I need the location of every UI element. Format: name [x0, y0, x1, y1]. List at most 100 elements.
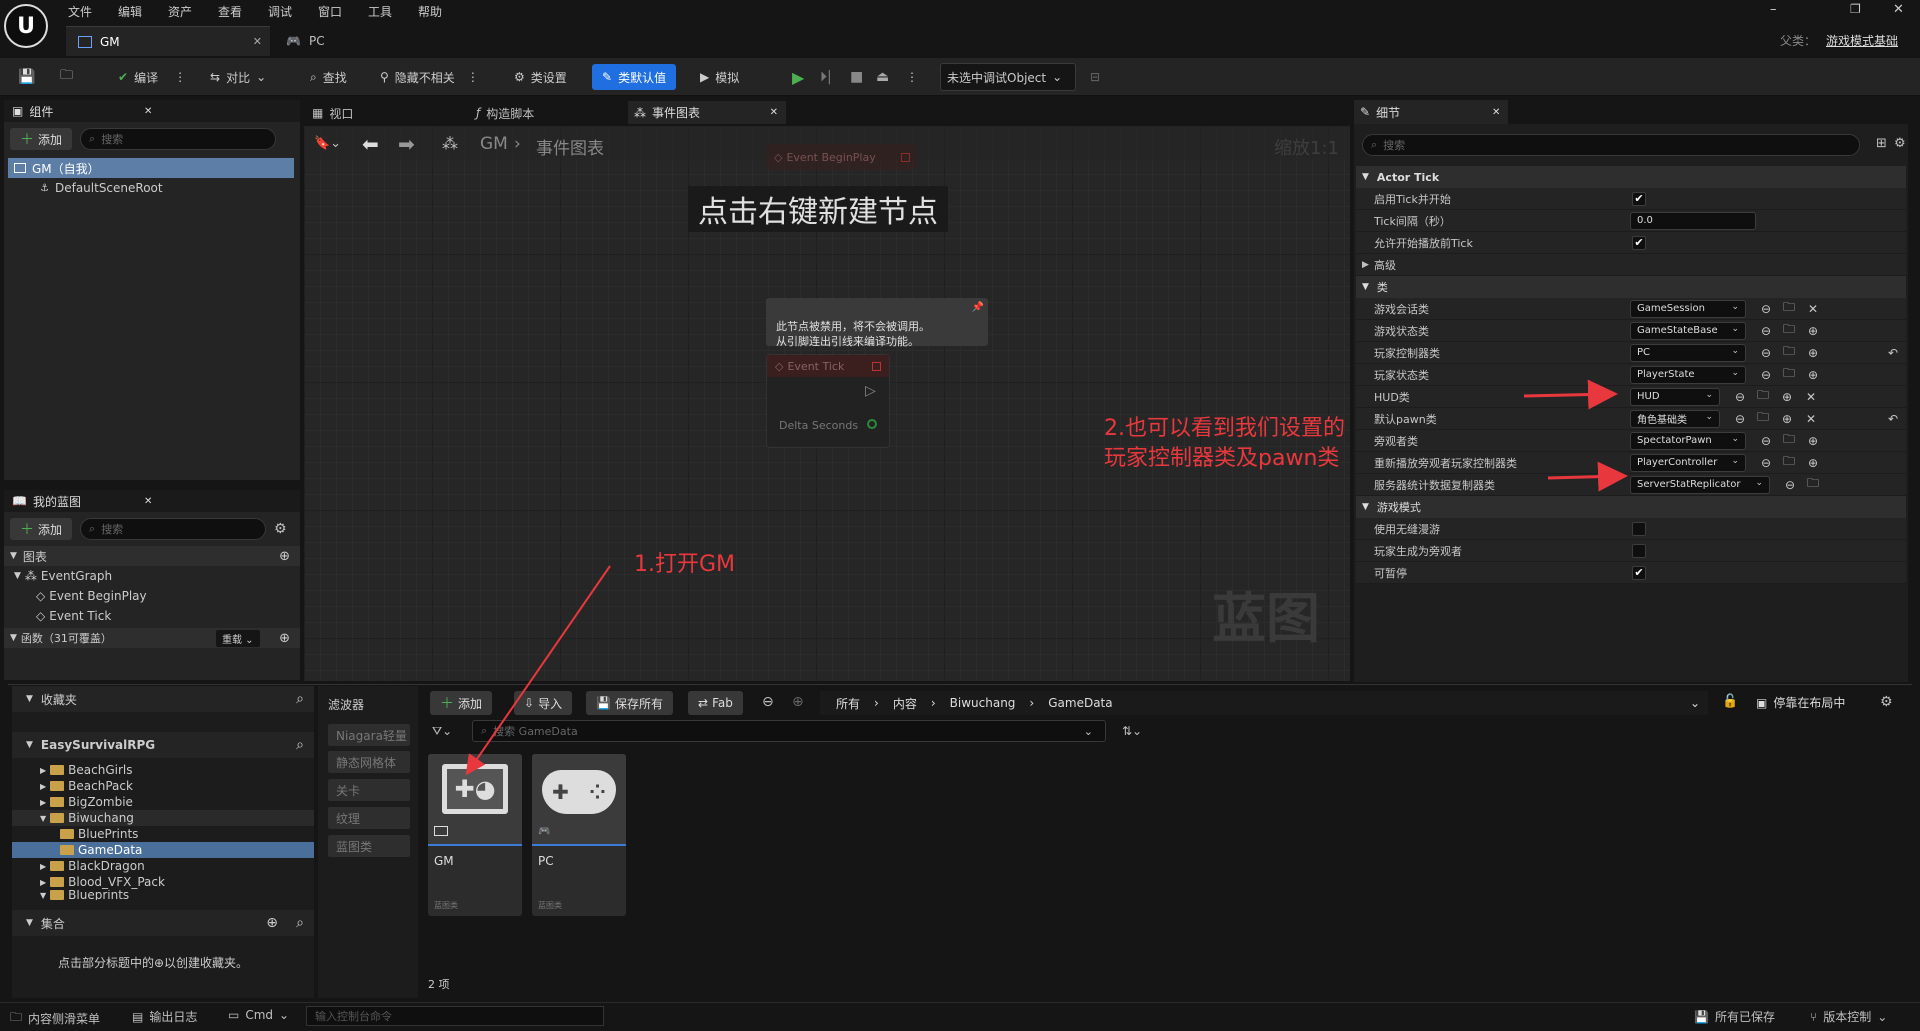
- component-default-scene-root[interactable]: ⚓ DefaultSceneRoot: [4, 178, 300, 198]
- checkbox[interactable]: ✔: [1632, 235, 1646, 250]
- close-panel-icon[interactable]: ✕: [1492, 107, 1500, 118]
- filter-dropdown[interactable]: ⛛⌄: [432, 724, 452, 739]
- class-defaults-button[interactable]: ✎ 类默认值: [592, 64, 677, 90]
- event-graph-item[interactable]: ▼ ⁂ EventGraph: [4, 566, 300, 586]
- add-function-icon[interactable]: ⊕: [279, 631, 290, 646]
- filter-niagara[interactable]: Niagara轻量: [328, 724, 410, 746]
- add-collection-icon[interactable]: ⊕: [266, 915, 278, 931]
- browse-asset-icon[interactable]: 🗀: [1782, 322, 1796, 338]
- override-dropdown[interactable]: 重载 ⌄: [216, 629, 260, 647]
- components-search-input[interactable]: ⌕ 搜索: [80, 128, 277, 150]
- filter-static-mesh[interactable]: 静态网格体: [328, 751, 410, 773]
- output-log-button[interactable]: ▤ 输出日志: [132, 1008, 197, 1025]
- close-tab-icon[interactable]: ✕: [253, 35, 262, 48]
- add-icon[interactable]: ⊕: [1780, 390, 1794, 404]
- event-begin-play-item[interactable]: ◇ Event BeginPlay: [4, 586, 300, 606]
- compile-button[interactable]: ✔ 编译 ⋮: [112, 64, 192, 90]
- parent-class-link[interactable]: 游戏模式基础: [1826, 32, 1898, 49]
- menu-debug[interactable]: 调试: [268, 3, 318, 20]
- details-tab[interactable]: ✎ 细节 ✕: [1354, 100, 1508, 124]
- close-tab-icon[interactable]: ✕: [770, 107, 778, 118]
- event-tick-item[interactable]: ◇ Event Tick: [4, 606, 300, 626]
- checkbox[interactable]: [1632, 543, 1646, 558]
- checkbox[interactable]: ✔: [1632, 565, 1646, 580]
- functions-section[interactable]: ▼ 函数（31可覆盖） 重载 ⌄ ⊕: [4, 628, 300, 648]
- step-button[interactable]: ⏵|: [814, 64, 838, 90]
- filter-level[interactable]: 关卡: [328, 779, 410, 801]
- browse-asset-icon[interactable]: 🗀: [1782, 344, 1796, 360]
- save-all-button[interactable]: 💾 保存所有: [586, 691, 673, 715]
- browse-asset-icon[interactable]: 🗀: [1756, 410, 1770, 426]
- class-dropdown[interactable]: PlayerController ⌄: [1630, 453, 1746, 472]
- my-blueprint-search-input[interactable]: ⌕ 搜索: [80, 518, 267, 540]
- search-icon[interactable]: ⌕: [296, 691, 304, 707]
- menu-help[interactable]: 帮助: [418, 3, 468, 20]
- clear-icon[interactable]: ✕: [1804, 390, 1818, 404]
- component-gm-self[interactable]: GM（自我）: [8, 158, 294, 178]
- unreal-logo-icon[interactable]: U: [4, 4, 48, 48]
- add-component-button[interactable]: ＋ 添加: [10, 128, 73, 150]
- folder-item[interactable]: ▶ BlackDragon: [12, 858, 314, 874]
- asset-tile-pc[interactable]: ✚ ⁘ 🎮 PC 蓝图类: [532, 754, 626, 916]
- gear-icon[interactable]: ⚙: [1880, 694, 1893, 710]
- table-view-icon[interactable]: ⊞: [1876, 136, 1887, 151]
- details-search-input[interactable]: ⌕ 搜索: [1362, 134, 1860, 156]
- browse-asset-icon[interactable]: 🗀: [1782, 300, 1796, 316]
- search-icon[interactable]: ⌕: [296, 915, 304, 931]
- path-segment[interactable]: Biwuchang: [950, 696, 1016, 710]
- chevron-down-icon[interactable]: ⌄: [1690, 696, 1700, 710]
- browse-back-icon[interactable]: ⊖: [1759, 346, 1773, 360]
- folder-item[interactable]: ▶ BeachPack: [12, 778, 314, 794]
- add-icon[interactable]: ⊕: [1806, 324, 1820, 338]
- browse-back-icon[interactable]: ⊖: [1759, 434, 1773, 448]
- category-actor-tick[interactable]: ▼ Actor Tick: [1356, 166, 1906, 188]
- browse-back-icon[interactable]: ⊖: [1783, 478, 1797, 492]
- clear-icon[interactable]: ✕: [1804, 412, 1818, 426]
- collections-section[interactable]: ▼ 集合 ⊕ ⌕: [12, 910, 314, 936]
- forward-arrow-icon[interactable]: ➡: [398, 132, 415, 156]
- browse-asset-icon[interactable]: 🗀: [1782, 366, 1796, 382]
- add-icon[interactable]: ⊕: [1806, 456, 1820, 470]
- tab-construction-script[interactable]: ƒ 构造脚本: [472, 102, 622, 124]
- history-back-icon[interactable]: ⊖: [762, 694, 774, 710]
- menu-tools[interactable]: 工具: [368, 3, 418, 20]
- save-button[interactable]: 💾: [12, 64, 41, 90]
- menu-file[interactable]: 文件: [68, 3, 118, 20]
- filter-blueprint-class[interactable]: 蓝图类: [328, 835, 410, 857]
- class-dropdown[interactable]: GameSession ⌄: [1630, 299, 1746, 318]
- add-icon[interactable]: ⊕: [1806, 434, 1820, 448]
- asset-tile-gm[interactable]: ✚◕ GM 蓝图类: [428, 754, 522, 916]
- reset-icon[interactable]: ↶: [1886, 412, 1900, 426]
- folder-item-selected[interactable]: GameData: [12, 842, 314, 858]
- play-options-button[interactable]: ⋮: [900, 64, 924, 90]
- close-panel-icon[interactable]: ✕: [144, 496, 152, 507]
- browse-back-icon[interactable]: ⊖: [1733, 412, 1747, 426]
- hide-unrelated-button[interactable]: ⚲ 隐藏不相关 ⋮: [374, 64, 485, 90]
- add-icon[interactable]: ⊕: [1806, 368, 1820, 382]
- diff-button[interactable]: ⇆ 对比 ⌄: [204, 64, 272, 90]
- browse-asset-icon[interactable]: 🗀: [1806, 476, 1820, 492]
- class-dropdown[interactable]: GameStateBase ⌄: [1630, 321, 1746, 340]
- filter-texture[interactable]: 纹理: [328, 807, 410, 829]
- folder-item[interactable]: ▶ BeachGirls: [12, 762, 314, 778]
- browse-button[interactable]: 🗀: [54, 64, 79, 90]
- play-button[interactable]: ▶: [786, 64, 810, 90]
- category-game-mode[interactable]: ▼ 游戏模式: [1356, 496, 1906, 518]
- class-dropdown[interactable]: 角色基础类 ⌄: [1630, 409, 1720, 428]
- simulate-button[interactable]: ▶ 模拟: [694, 64, 745, 90]
- class-dropdown[interactable]: PC ⌄: [1630, 343, 1746, 362]
- browse-back-icon[interactable]: ⊖: [1733, 390, 1747, 404]
- history-forward-icon[interactable]: ⊕: [792, 694, 804, 710]
- gear-icon[interactable]: ⚙: [1894, 136, 1906, 151]
- path-segment[interactable]: 内容: [893, 695, 917, 712]
- project-section[interactable]: ▼ EasySurvivalRPG ⌕: [12, 732, 314, 758]
- bookmark-icon[interactable]: 🔖⌄: [314, 136, 341, 151]
- graph-canvas[interactable]: 🔖⌄ ⬅ ➡ ⁂ GM › 事件图表 缩放1:1 ◇ Event BeginPla…: [304, 126, 1350, 681]
- event-begin-play-node[interactable]: ◇ Event BeginPlay: [766, 144, 916, 170]
- debug-object-select[interactable]: 未选中调试Object ⌄: [940, 63, 1076, 91]
- import-button[interactable]: ⇩ 导入: [514, 691, 573, 715]
- reset-icon[interactable]: ↶: [1886, 346, 1900, 360]
- lock-icon[interactable]: 🔓: [1722, 694, 1738, 709]
- clear-icon[interactable]: ✕: [1806, 302, 1820, 316]
- back-arrow-icon[interactable]: ⬅: [362, 132, 379, 156]
